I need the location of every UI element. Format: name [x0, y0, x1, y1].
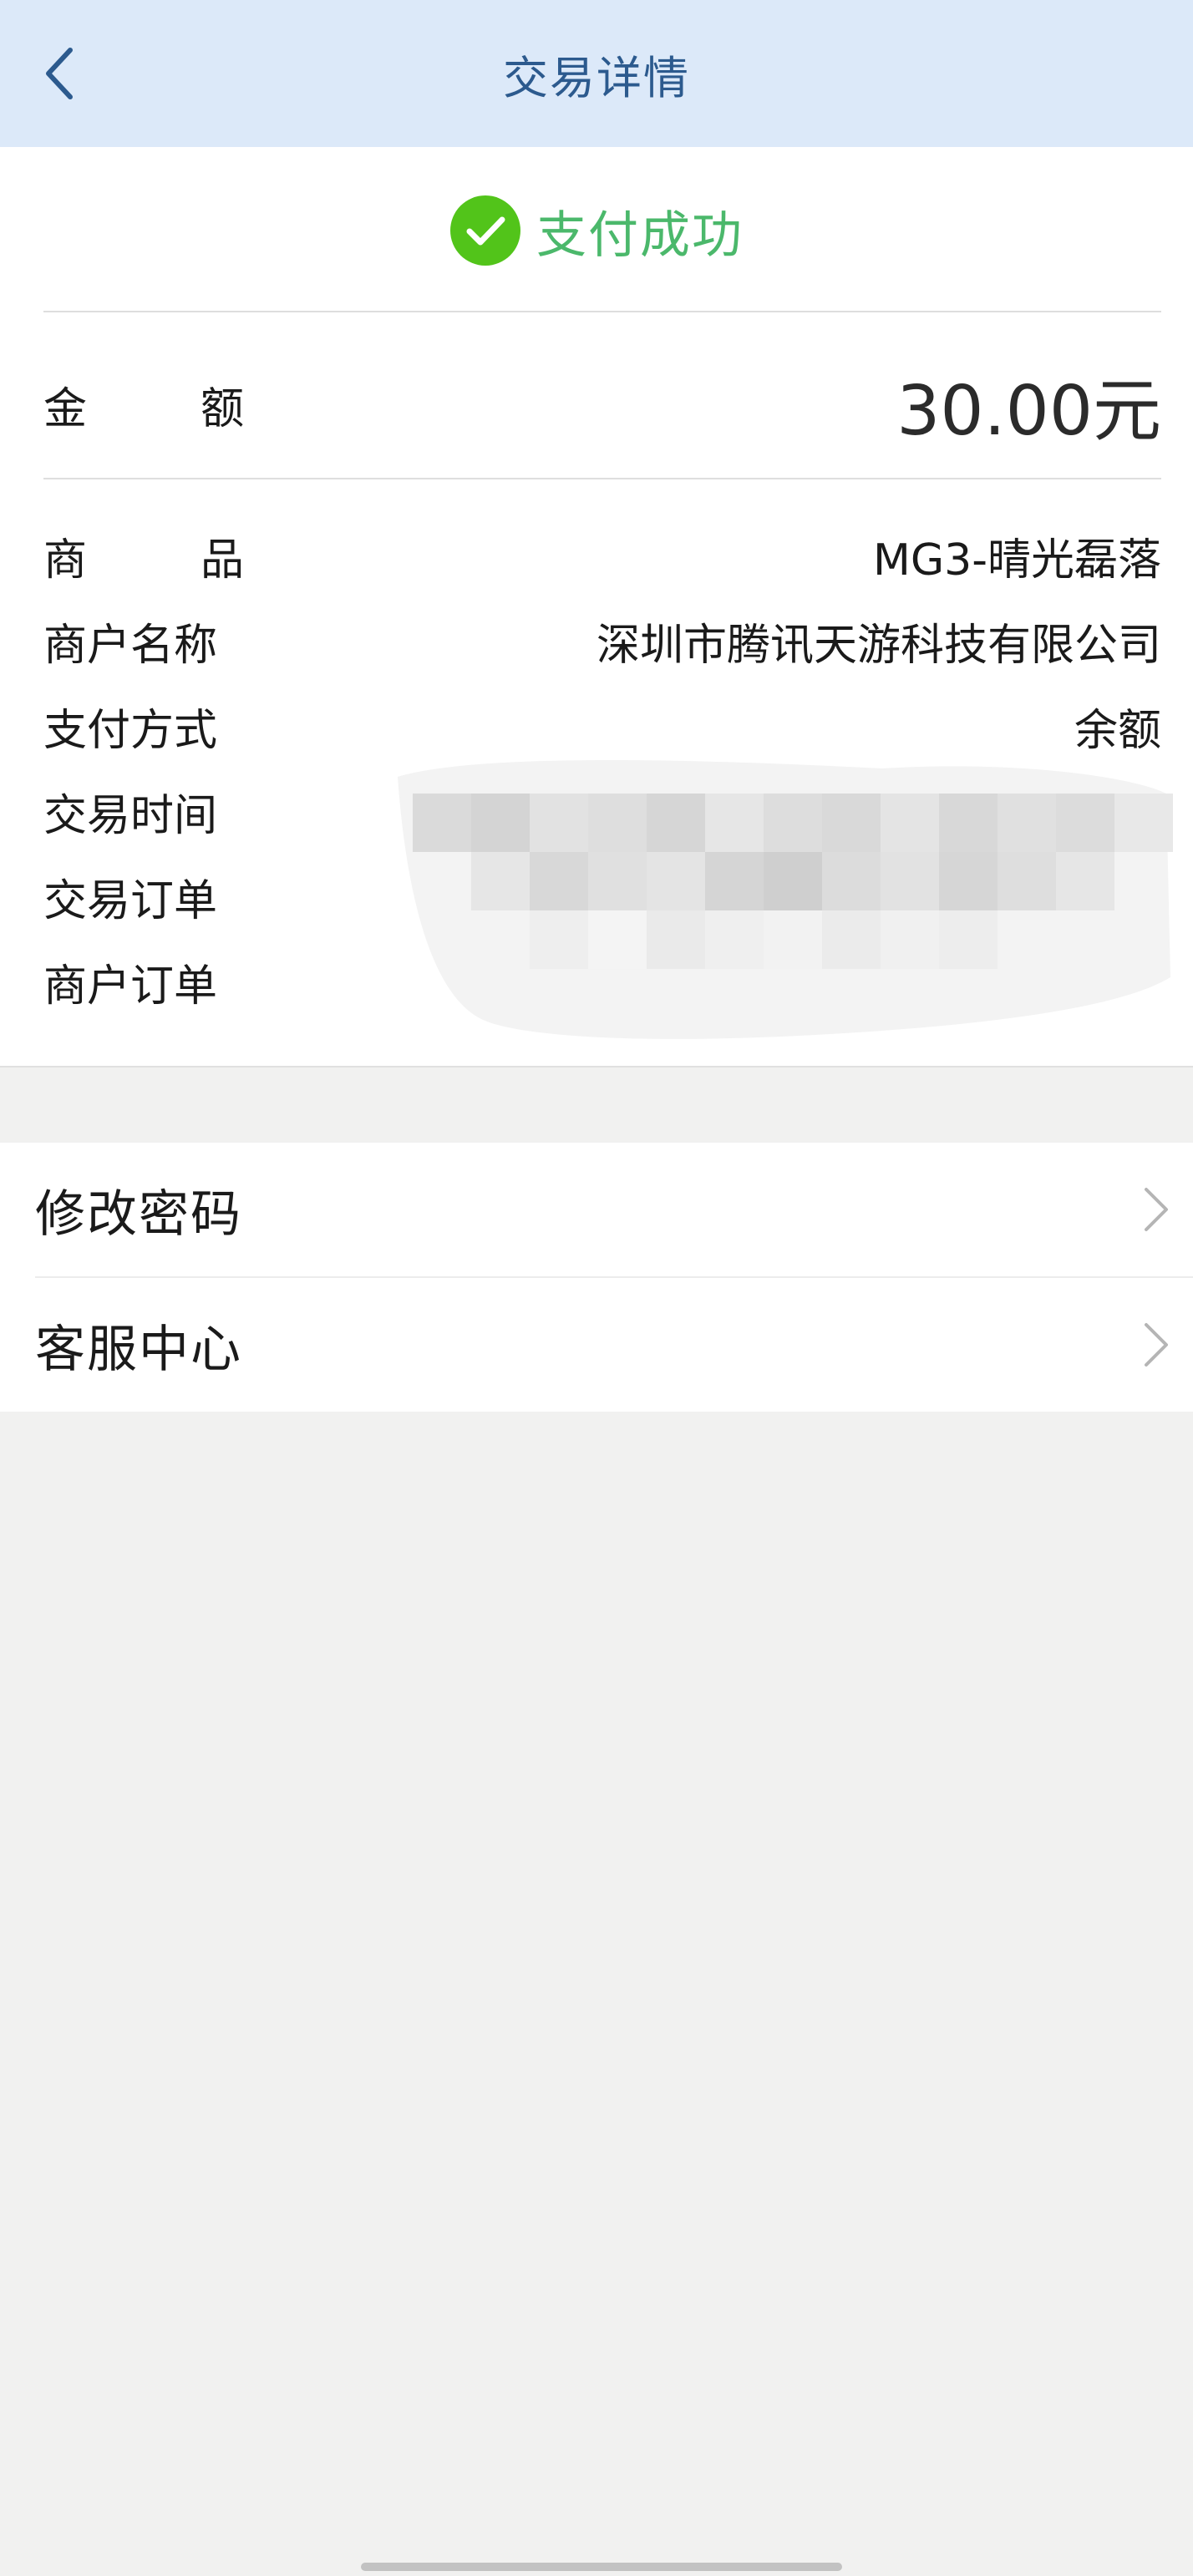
- chevron-right-icon: [1145, 1188, 1168, 1231]
- check-circle-icon: [450, 195, 520, 266]
- product-label: 商 品: [43, 535, 244, 586]
- amount-value: 30.00元: [896, 371, 1161, 451]
- transaction-detail-screen: 交易详情 支付成功 金 额 30.00元 商 品 MG3-晴光磊落 商户名称 深…: [0, 0, 1193, 2576]
- status-text: 支付成功: [536, 205, 744, 265]
- menu-item-change-password[interactable]: 修改密码: [0, 1143, 1193, 1278]
- detail-row-txn-order: 交易订单: [43, 854, 1161, 939]
- chevron-left-icon: [46, 48, 73, 99]
- detail-row-merchant: 商户名称 深圳市腾讯天游科技有限公司: [43, 598, 1161, 683]
- method-label: 支付方式: [43, 705, 218, 756]
- header-bar: 交易详情: [0, 0, 1193, 147]
- menu-item-label: 修改密码: [35, 1184, 242, 1244]
- detail-row-time: 交易时间 2023-06-26 21:21:01: [43, 768, 1161, 854]
- merchant-value: 深圳市腾讯天游科技有限公司: [596, 620, 1161, 671]
- time-value: 2023-06-26 21:21:01: [699, 786, 1161, 836]
- detail-row-product: 商 品 MG3-晴光磊落: [43, 513, 1161, 598]
- detail-row-method: 支付方式 余额: [43, 683, 1161, 768]
- txn-order-label: 交易订单: [43, 875, 218, 926]
- amount-row: 金 额 30.00元: [43, 346, 1161, 463]
- merchant-order-label: 商户订单: [43, 961, 218, 1012]
- divider: [43, 478, 1161, 479]
- menu-item-label: 客服中心: [35, 1320, 242, 1379]
- time-label: 交易时间: [43, 790, 218, 841]
- page-title: 交易详情: [503, 51, 690, 104]
- product-value: MG3-晴光磊落: [872, 535, 1161, 586]
- back-button[interactable]: [17, 33, 100, 114]
- detail-row-merchant-order: 商户订单: [43, 939, 1161, 1024]
- chevron-right-icon: [1145, 1323, 1168, 1367]
- detail-list: 商 品 MG3-晴光磊落 商户名称 深圳市腾讯天游科技有限公司 支付方式 余额 …: [43, 513, 1161, 1024]
- settings-menu: 修改密码 客服中心: [0, 1143, 1193, 1412]
- transaction-card: 支付成功 金 额 30.00元 商 品 MG3-晴光磊落 商户名称 深圳市腾讯天…: [0, 147, 1193, 1067]
- method-value: 余额: [1074, 705, 1161, 756]
- menu-item-customer-service[interactable]: 客服中心: [0, 1278, 1193, 1412]
- payment-status: 支付成功: [0, 187, 1193, 274]
- divider: [43, 311, 1161, 312]
- amount-label: 金 额: [43, 383, 244, 434]
- home-indicator[interactable]: [361, 2563, 842, 2571]
- merchant-label: 商户名称: [43, 620, 218, 671]
